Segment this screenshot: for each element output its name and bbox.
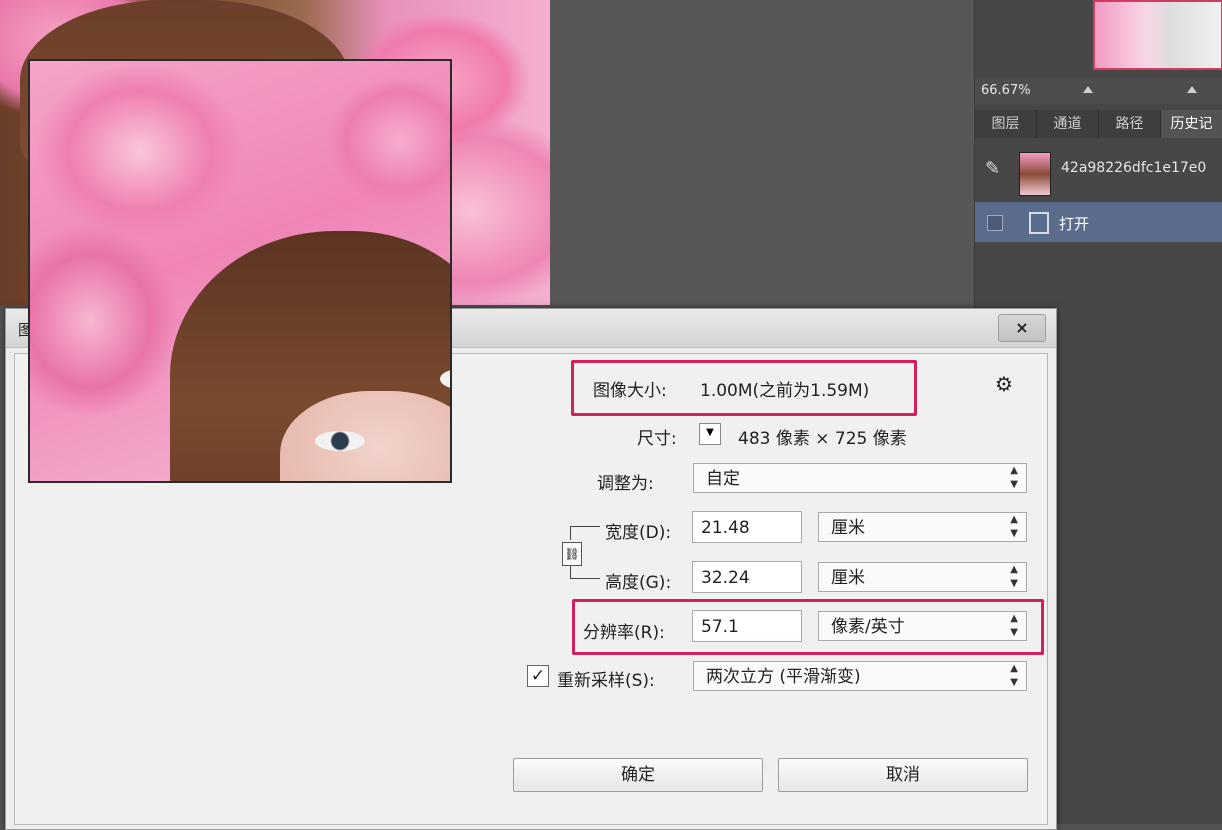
height-label: 高度(G): [605,573,672,593]
tab-paths[interactable]: 路径 [1099,110,1161,138]
zoom-slider-handle[interactable] [1187,86,1197,93]
tab-layers[interactable]: 图层 [975,110,1037,138]
resample-checkbox[interactable]: ✓ [527,665,549,687]
panel-tabs: 图层 通道 路径 历史记 [975,110,1222,138]
image-size-value: 1.00M(之前为1.59M) [700,381,870,401]
select-arrows-icon: ▲ ▼ [1010,564,1018,589]
link-icon[interactable]: ⛓ [562,542,582,566]
image-size-label: 图像大小: [593,381,667,401]
cancel-button[interactable]: 取消 [778,758,1028,792]
constrain-line [570,526,571,540]
select-arrows-icon: ▲ ▼ [1010,465,1018,490]
height-input[interactable]: 32.24 [692,561,802,593]
history-snapshot[interactable]: ✎ 42a98226dfc1e17e0 [975,144,1222,196]
tab-history[interactable]: 历史记 [1161,110,1222,138]
preview-image[interactable] [28,59,452,483]
navigator-zoom-row: 66.67% [975,78,1222,104]
resolution-unit-value: 像素/英寸 [831,617,905,637]
zoom-level[interactable]: 66.67% [981,83,1031,98]
ok-button[interactable]: 确定 [513,758,763,792]
resample-value: 两次立方 (平滑渐变) [706,667,861,687]
width-label: 宽度(D): [605,523,672,543]
resample-label: 重新采样(S): [557,671,655,691]
select-arrows-icon: ▲ ▼ [1010,663,1018,688]
history-state-label: 打开 [1059,215,1090,233]
constrain-line [570,526,600,527]
resolution-label: 分辨率(R): [583,623,665,643]
resolution-unit-select[interactable]: 像素/英寸 ▲ ▼ [818,611,1027,641]
fit-to-label: 调整为: [597,474,654,494]
tab-channels[interactable]: 通道 [1037,110,1099,138]
document-icon [1029,212,1049,234]
resample-select[interactable]: 两次立方 (平滑渐变) ▲ ▼ [693,661,1027,691]
history-state-open[interactable]: 打开 [975,202,1222,242]
navigator-thumbnail[interactable] [1093,0,1222,70]
snapshot-name: 42a98226dfc1e17e0 [1061,160,1207,176]
width-input[interactable]: 21.48 [692,511,802,543]
width-unit-value: 厘米 [831,518,865,538]
dimensions-label: 尺寸: [637,429,677,449]
select-arrows-icon: ▲ ▼ [1010,613,1018,638]
height-unit-select[interactable]: 厘米 ▲ ▼ [818,562,1027,592]
chevron-down-icon[interactable]: ▼ [699,423,721,445]
constrain-line [570,578,600,579]
height-unit-value: 厘米 [831,568,865,588]
resolution-input[interactable]: 57.1 [692,610,802,642]
preview-eye [315,431,365,451]
fit-to-select[interactable]: 自定 ▲ ▼ [693,463,1027,493]
canvas-pasteboard [550,0,974,305]
width-unit-select[interactable]: 厘米 ▲ ▼ [818,512,1027,542]
close-button[interactable]: × [998,314,1046,342]
brush-icon[interactable]: ✎ [985,158,1000,179]
snapshot-thumbnail [1019,152,1051,196]
fit-to-value: 自定 [706,469,740,489]
history-checkbox[interactable] [987,215,1003,231]
select-arrows-icon: ▲ ▼ [1010,514,1018,539]
gear-icon[interactable]: ⚙ [995,372,1013,396]
dimensions-value: 483 像素 × 725 像素 [738,429,907,449]
zoom-out-icon[interactable] [1083,86,1093,93]
